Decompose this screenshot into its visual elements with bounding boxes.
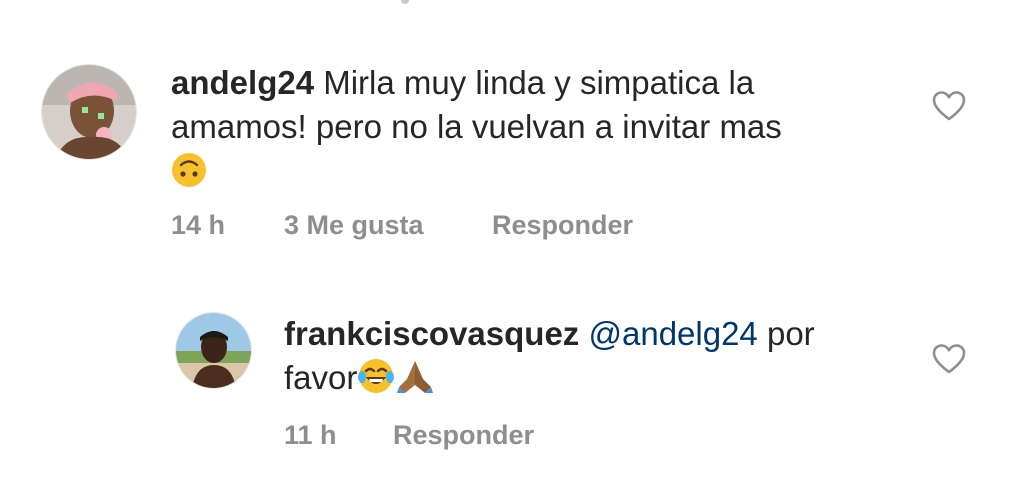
face-with-tears-of-joy-emoji	[358, 359, 395, 393]
comment-text: Mirla muy linda y simpatica la	[323, 64, 755, 101]
comment-timestamp: 14 h	[171, 210, 226, 240]
comment-item: andelg24 Mirla muy linda y simpatica la …	[0, 0, 1024, 260]
folded-hands-emoji	[397, 361, 434, 393]
upside-down-face-emoji	[172, 153, 206, 187]
comment-body: andelg24 Mirla muy linda y simpatica la …	[171, 61, 931, 193]
comment-username[interactable]: frankciscovasquez	[284, 315, 579, 352]
heart-outline-icon[interactable]	[932, 343, 966, 375]
comment-body: frankciscovasquez @andelg24 por favor	[284, 312, 904, 400]
comment-text: por	[757, 315, 815, 352]
avatar[interactable]	[41, 64, 137, 160]
mention-link[interactable]: @andelg24	[588, 315, 757, 352]
comment-text-line2: amamos! pero no la vuelvan a invitar mas	[171, 108, 782, 145]
comment-timestamp: 11 h	[284, 420, 337, 450]
avatar-image	[42, 65, 136, 159]
reply-button[interactable]: Responder	[492, 210, 633, 241]
reply-button[interactable]: Responder	[393, 420, 534, 451]
reply-item: frankciscovasquez @andelg24 por favor 11…	[0, 260, 1024, 483]
comment-likes-count[interactable]: 3 Me gusta	[284, 210, 424, 241]
heart-outline-icon[interactable]	[932, 90, 966, 122]
avatar-image	[176, 313, 251, 388]
comment-meta: 11 h Responder	[284, 420, 604, 452]
comment-text-line2: favor	[284, 359, 358, 396]
comment-username[interactable]: andelg24	[171, 64, 314, 101]
avatar[interactable]	[175, 312, 252, 389]
comment-meta: 14 h 3 Me gusta Responder	[171, 210, 691, 242]
